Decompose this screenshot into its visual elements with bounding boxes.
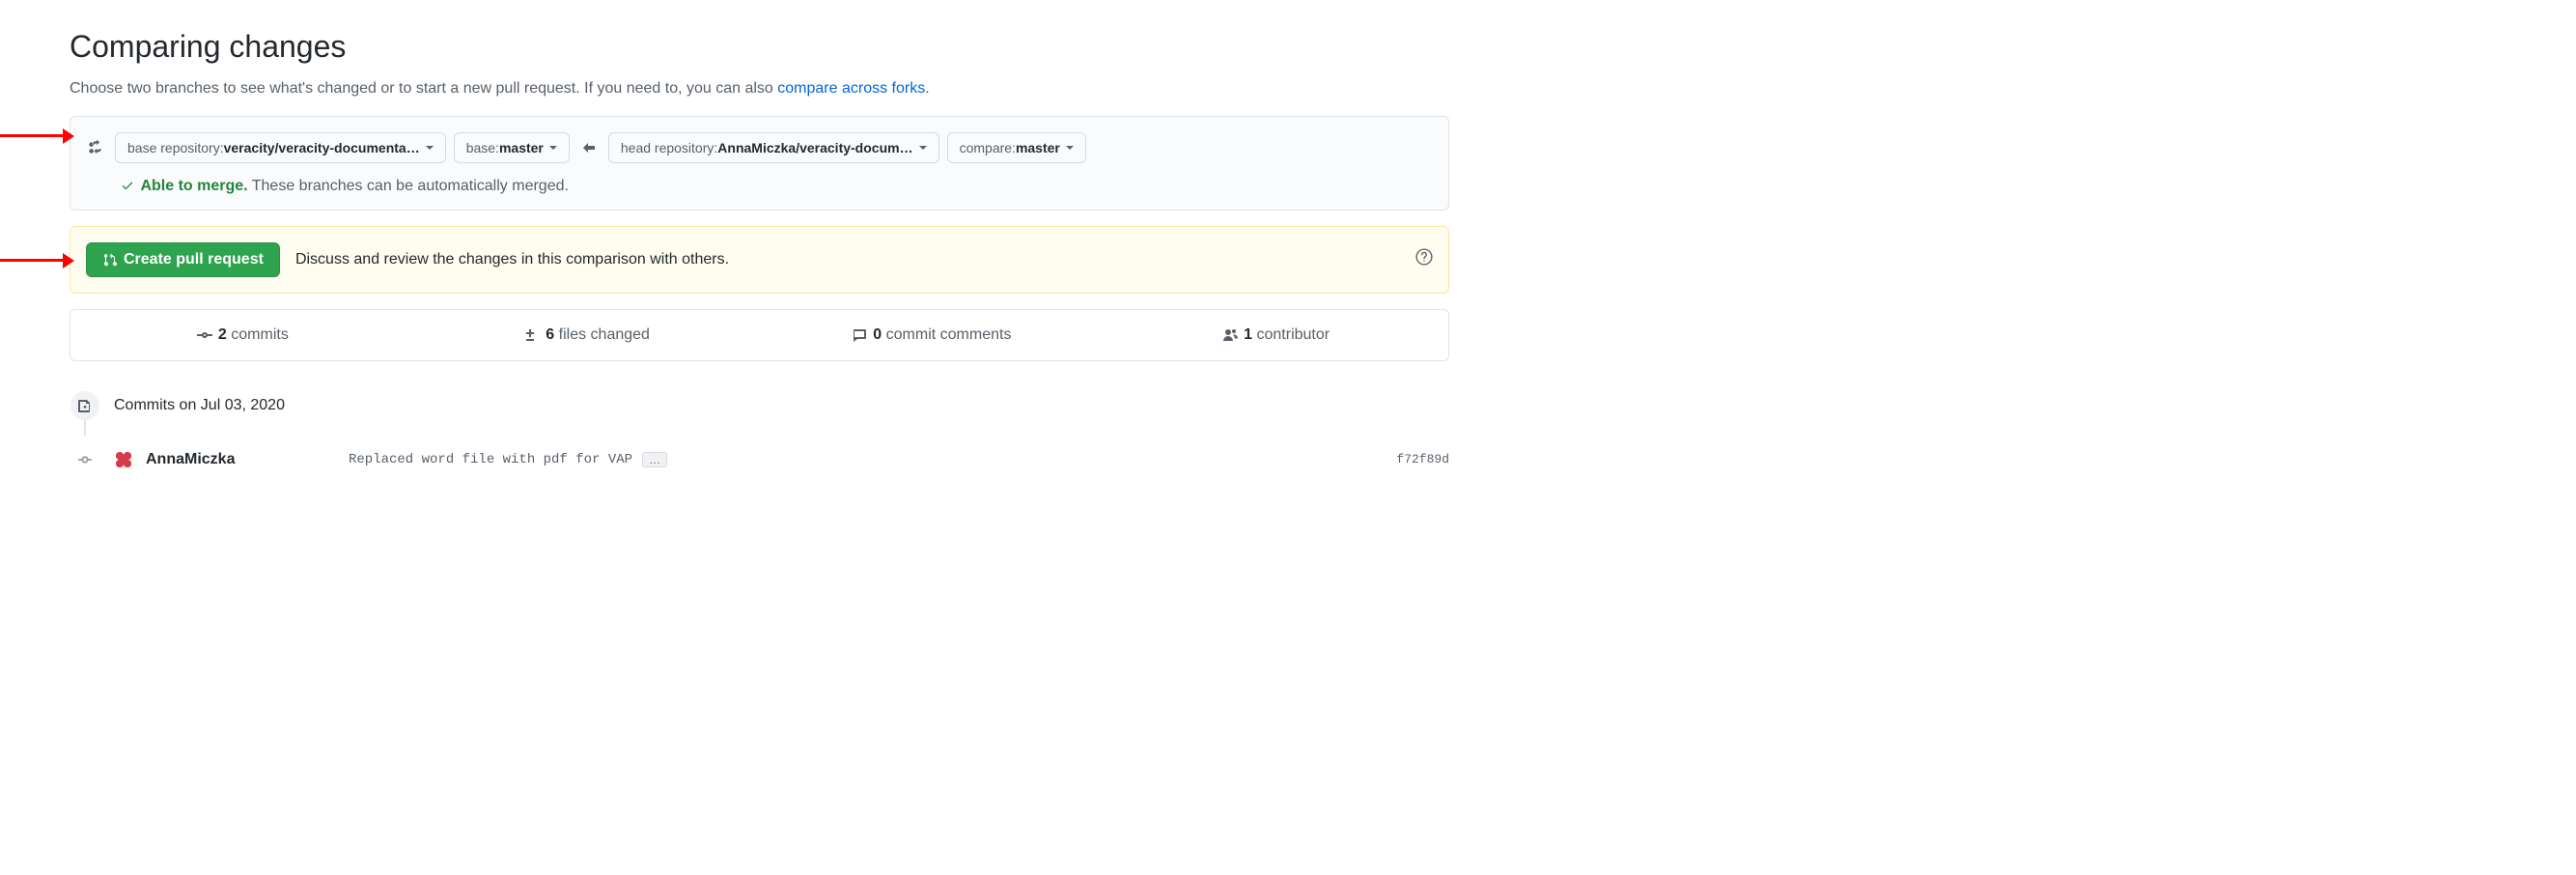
stat-contributors[interactable]: 1 contributor [1104, 310, 1448, 360]
page-title: Comparing changes [70, 23, 1449, 70]
commit-row[interactable]: AnnaMiczka Replaced word file with pdf f… [113, 440, 1449, 479]
help-button[interactable] [1415, 248, 1433, 271]
arrow-left-icon [581, 140, 597, 155]
pr-prompt-description: Discuss and review the changes in this c… [295, 248, 729, 271]
question-icon [1415, 248, 1433, 266]
comment-icon [852, 327, 867, 343]
git-compare-icon [86, 139, 103, 156]
base-repo-selector[interactable]: base repository: veracity/veracity-docum… [115, 132, 446, 163]
annotation-arrow-1 [0, 134, 63, 137]
check-icon [121, 179, 134, 192]
base-branch-selector[interactable]: base: master [454, 132, 570, 163]
avatar[interactable] [113, 449, 134, 470]
repo-push-icon [70, 391, 99, 420]
stat-commit-comments[interactable]: 0 commit comments [760, 310, 1105, 360]
stat-files-changed[interactable]: 6 files changed [415, 310, 760, 360]
commit-dot-icon [78, 453, 92, 466]
range-editor: base repository: veracity/veracity-docum… [70, 116, 1449, 211]
caret-down-icon [549, 146, 557, 154]
page-subtitle: Choose two branches to see what's change… [70, 77, 1449, 100]
people-icon [1222, 327, 1238, 343]
commit-expand-button[interactable]: … [642, 452, 667, 467]
compare-forks-link[interactable]: compare across forks [777, 80, 925, 97]
merge-status: Able to merge. These branches can be aut… [86, 175, 1433, 198]
caret-down-icon [1066, 146, 1074, 154]
git-pull-request-icon [102, 252, 118, 268]
commit-sha[interactable]: f72f89d [1396, 450, 1449, 469]
commit-timeline: Commits on Jul 03, 2020 AnnaMiczka Repla… [70, 388, 1449, 479]
commit-message[interactable]: Replaced word file with pdf for VAP [349, 450, 632, 470]
caret-down-icon [919, 146, 927, 154]
annotation-arrow-2 [0, 259, 63, 262]
compare-branch-selector[interactable]: compare: master [947, 132, 1086, 163]
commit-day-heading: Commits on Jul 03, 2020 [114, 394, 285, 417]
stat-commits[interactable]: 2 commits [70, 310, 415, 360]
caret-down-icon [426, 146, 434, 154]
stats-bar: 2 commits 6 files changed 0 commit comme… [70, 309, 1449, 361]
diff-icon [524, 327, 540, 343]
create-pull-request-button[interactable]: Create pull request [86, 242, 280, 277]
head-repo-selector[interactable]: head repository: AnnaMiczka/veracity-doc… [608, 132, 939, 163]
commit-author[interactable]: AnnaMiczka [146, 448, 349, 471]
pr-prompt: Create pull request Discuss and review t… [70, 226, 1449, 294]
commit-icon [197, 327, 212, 343]
